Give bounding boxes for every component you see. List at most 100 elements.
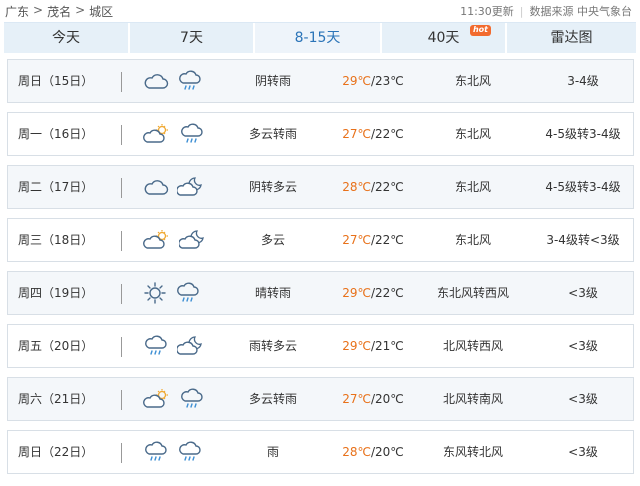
weather-description: 雨	[266, 445, 279, 459]
partly-cloudy-icon	[143, 388, 171, 410]
tab-today[interactable]: 今天	[4, 23, 130, 53]
weather-description: 阴转雨	[254, 74, 291, 88]
tab-label: 今天	[52, 30, 80, 46]
forecast-date: 周四（19日）	[18, 286, 94, 300]
rain-icon	[177, 440, 203, 464]
wind-level: 3-4级	[567, 74, 599, 88]
low-temp: 22℃	[375, 180, 404, 194]
high-temp: 27℃	[342, 233, 371, 247]
forecast-row: 周日（22日） 雨 28℃/20℃ 东风转北风 <3级	[7, 430, 634, 474]
forecast-row: 周日（15日） 阴转雨 29℃/23℃ 东北风 3-4级	[7, 59, 634, 103]
wind-level: <3级	[568, 445, 598, 459]
tab-40-days[interactable]: 40天 hot	[382, 23, 507, 53]
data-source: 数据来源 中央气象台	[529, 5, 633, 18]
tab-8-15-days[interactable]: 8-15天	[255, 23, 382, 53]
forecast-date: 周六（21日）	[18, 392, 94, 406]
low-temp: 20℃	[375, 445, 404, 459]
rain-icon	[179, 122, 205, 146]
weather-description: 晴转雨	[254, 286, 291, 300]
forecast-date: 周三（18日）	[18, 233, 94, 247]
weather-icons	[143, 60, 223, 102]
rain-icon	[143, 334, 169, 358]
weather-icons	[143, 166, 223, 208]
forecast-row: 周四（19日） 晴转雨 29℃/22℃ 东北风转西风 <3级	[7, 271, 634, 315]
high-temp: 27℃	[342, 392, 371, 406]
row-divider	[121, 178, 122, 198]
row-divider	[121, 443, 122, 463]
partly-cloudy-icon	[143, 123, 171, 145]
forecast-row: 周一（16日） 多云转雨 27℃/22℃ 东北风 4-5级转3-4级	[7, 112, 634, 156]
temperature: 27℃/22℃	[338, 219, 408, 261]
breadcrumb: 广东 > 茂名 > 城区	[5, 3, 113, 20]
tab-label: 40天	[427, 30, 460, 46]
wind-direction: 东风转北风	[442, 445, 503, 459]
weather-description: 雨转多云	[248, 339, 297, 353]
row-divider	[121, 72, 122, 92]
row-divider	[121, 390, 122, 410]
weather-description: 阴转多云	[248, 180, 297, 194]
wind-level: <3级	[568, 286, 598, 300]
breadcrumb-separator: >	[33, 3, 44, 17]
weather-icons	[143, 431, 223, 473]
forecast-row: 周二（17日） 阴转多云 28℃/22℃ 东北风 4-5级转3-4级	[7, 165, 634, 209]
rain-icon	[175, 281, 201, 305]
partly-cloudy-night-icon	[179, 229, 205, 251]
high-temp: 28℃	[342, 180, 371, 194]
row-divider	[121, 337, 122, 357]
wind-direction: 北风转南风	[442, 392, 503, 406]
row-divider	[121, 231, 122, 251]
update-meta: 11:30更新 | 数据来源 中央气象台	[460, 3, 632, 19]
low-temp: 23℃	[375, 74, 404, 88]
high-temp: 29℃	[342, 74, 371, 88]
rain-icon	[179, 387, 205, 411]
wind-level: <3级	[568, 392, 598, 406]
wind-direction: 东北风转西风	[436, 286, 509, 300]
breadcrumb-separator: >	[75, 3, 86, 17]
temperature: 28℃/22℃	[338, 166, 408, 208]
top-bar: 广东 > 茂名 > 城区 11:30更新 | 数据来源 中央气象台	[0, 0, 640, 22]
rain-icon	[143, 440, 169, 464]
low-temp: 21℃	[375, 339, 404, 353]
wind-level: 3-4级转<3级	[546, 233, 620, 247]
weather-icons	[143, 378, 223, 420]
tab-radar[interactable]: 雷达图	[507, 23, 636, 53]
weather-description: 多云	[260, 233, 285, 247]
low-temp: 22℃	[375, 233, 404, 247]
forecast-date: 周一（16日）	[18, 127, 94, 141]
wind-level: <3级	[568, 339, 598, 353]
cloudy-icon	[143, 176, 169, 198]
forecast-date: 周日（22日）	[18, 445, 94, 459]
weather-icons	[143, 219, 223, 261]
high-temp: 29℃	[342, 339, 371, 353]
temperature: 27℃/22℃	[338, 113, 408, 155]
forecast-date: 周二（17日）	[18, 180, 94, 194]
forecast-row: 周五（20日） 雨转多云 29℃/21℃ 北风转西风 <3级	[7, 324, 634, 368]
temperature: 29℃/23℃	[338, 60, 408, 102]
tab-7-days[interactable]: 7天	[130, 23, 255, 53]
forecast-date: 周五（20日）	[18, 339, 94, 353]
update-time: 11:30更新	[460, 5, 514, 18]
wind-direction: 东北风	[454, 180, 491, 194]
low-temp: 22℃	[375, 286, 404, 300]
partly-cloudy-night-icon	[177, 176, 203, 198]
forecast-tabs: 今天 7天 8-15天 40天 hot 雷达图	[4, 22, 636, 53]
wind-direction: 东北风	[454, 233, 491, 247]
temperature: 29℃/22℃	[338, 272, 408, 314]
row-divider	[121, 125, 122, 145]
weather-description: 多云转雨	[248, 127, 297, 141]
partly-cloudy-night-icon	[177, 335, 203, 357]
high-temp: 28℃	[342, 445, 371, 459]
breadcrumb-city[interactable]: 茂名	[47, 3, 71, 20]
temperature: 27℃/20℃	[338, 378, 408, 420]
temperature: 29℃/21℃	[338, 325, 408, 367]
high-temp: 27℃	[342, 127, 371, 141]
hot-badge: hot	[469, 25, 491, 36]
rain-icon	[177, 69, 203, 93]
high-temp: 29℃	[342, 286, 371, 300]
tab-label: 7天	[180, 30, 203, 46]
low-temp: 20℃	[375, 392, 404, 406]
breadcrumb-district[interactable]: 城区	[89, 3, 113, 20]
row-divider	[121, 284, 122, 304]
breadcrumb-province[interactable]: 广东	[5, 3, 29, 20]
forecast-date: 周日（15日）	[18, 74, 94, 88]
